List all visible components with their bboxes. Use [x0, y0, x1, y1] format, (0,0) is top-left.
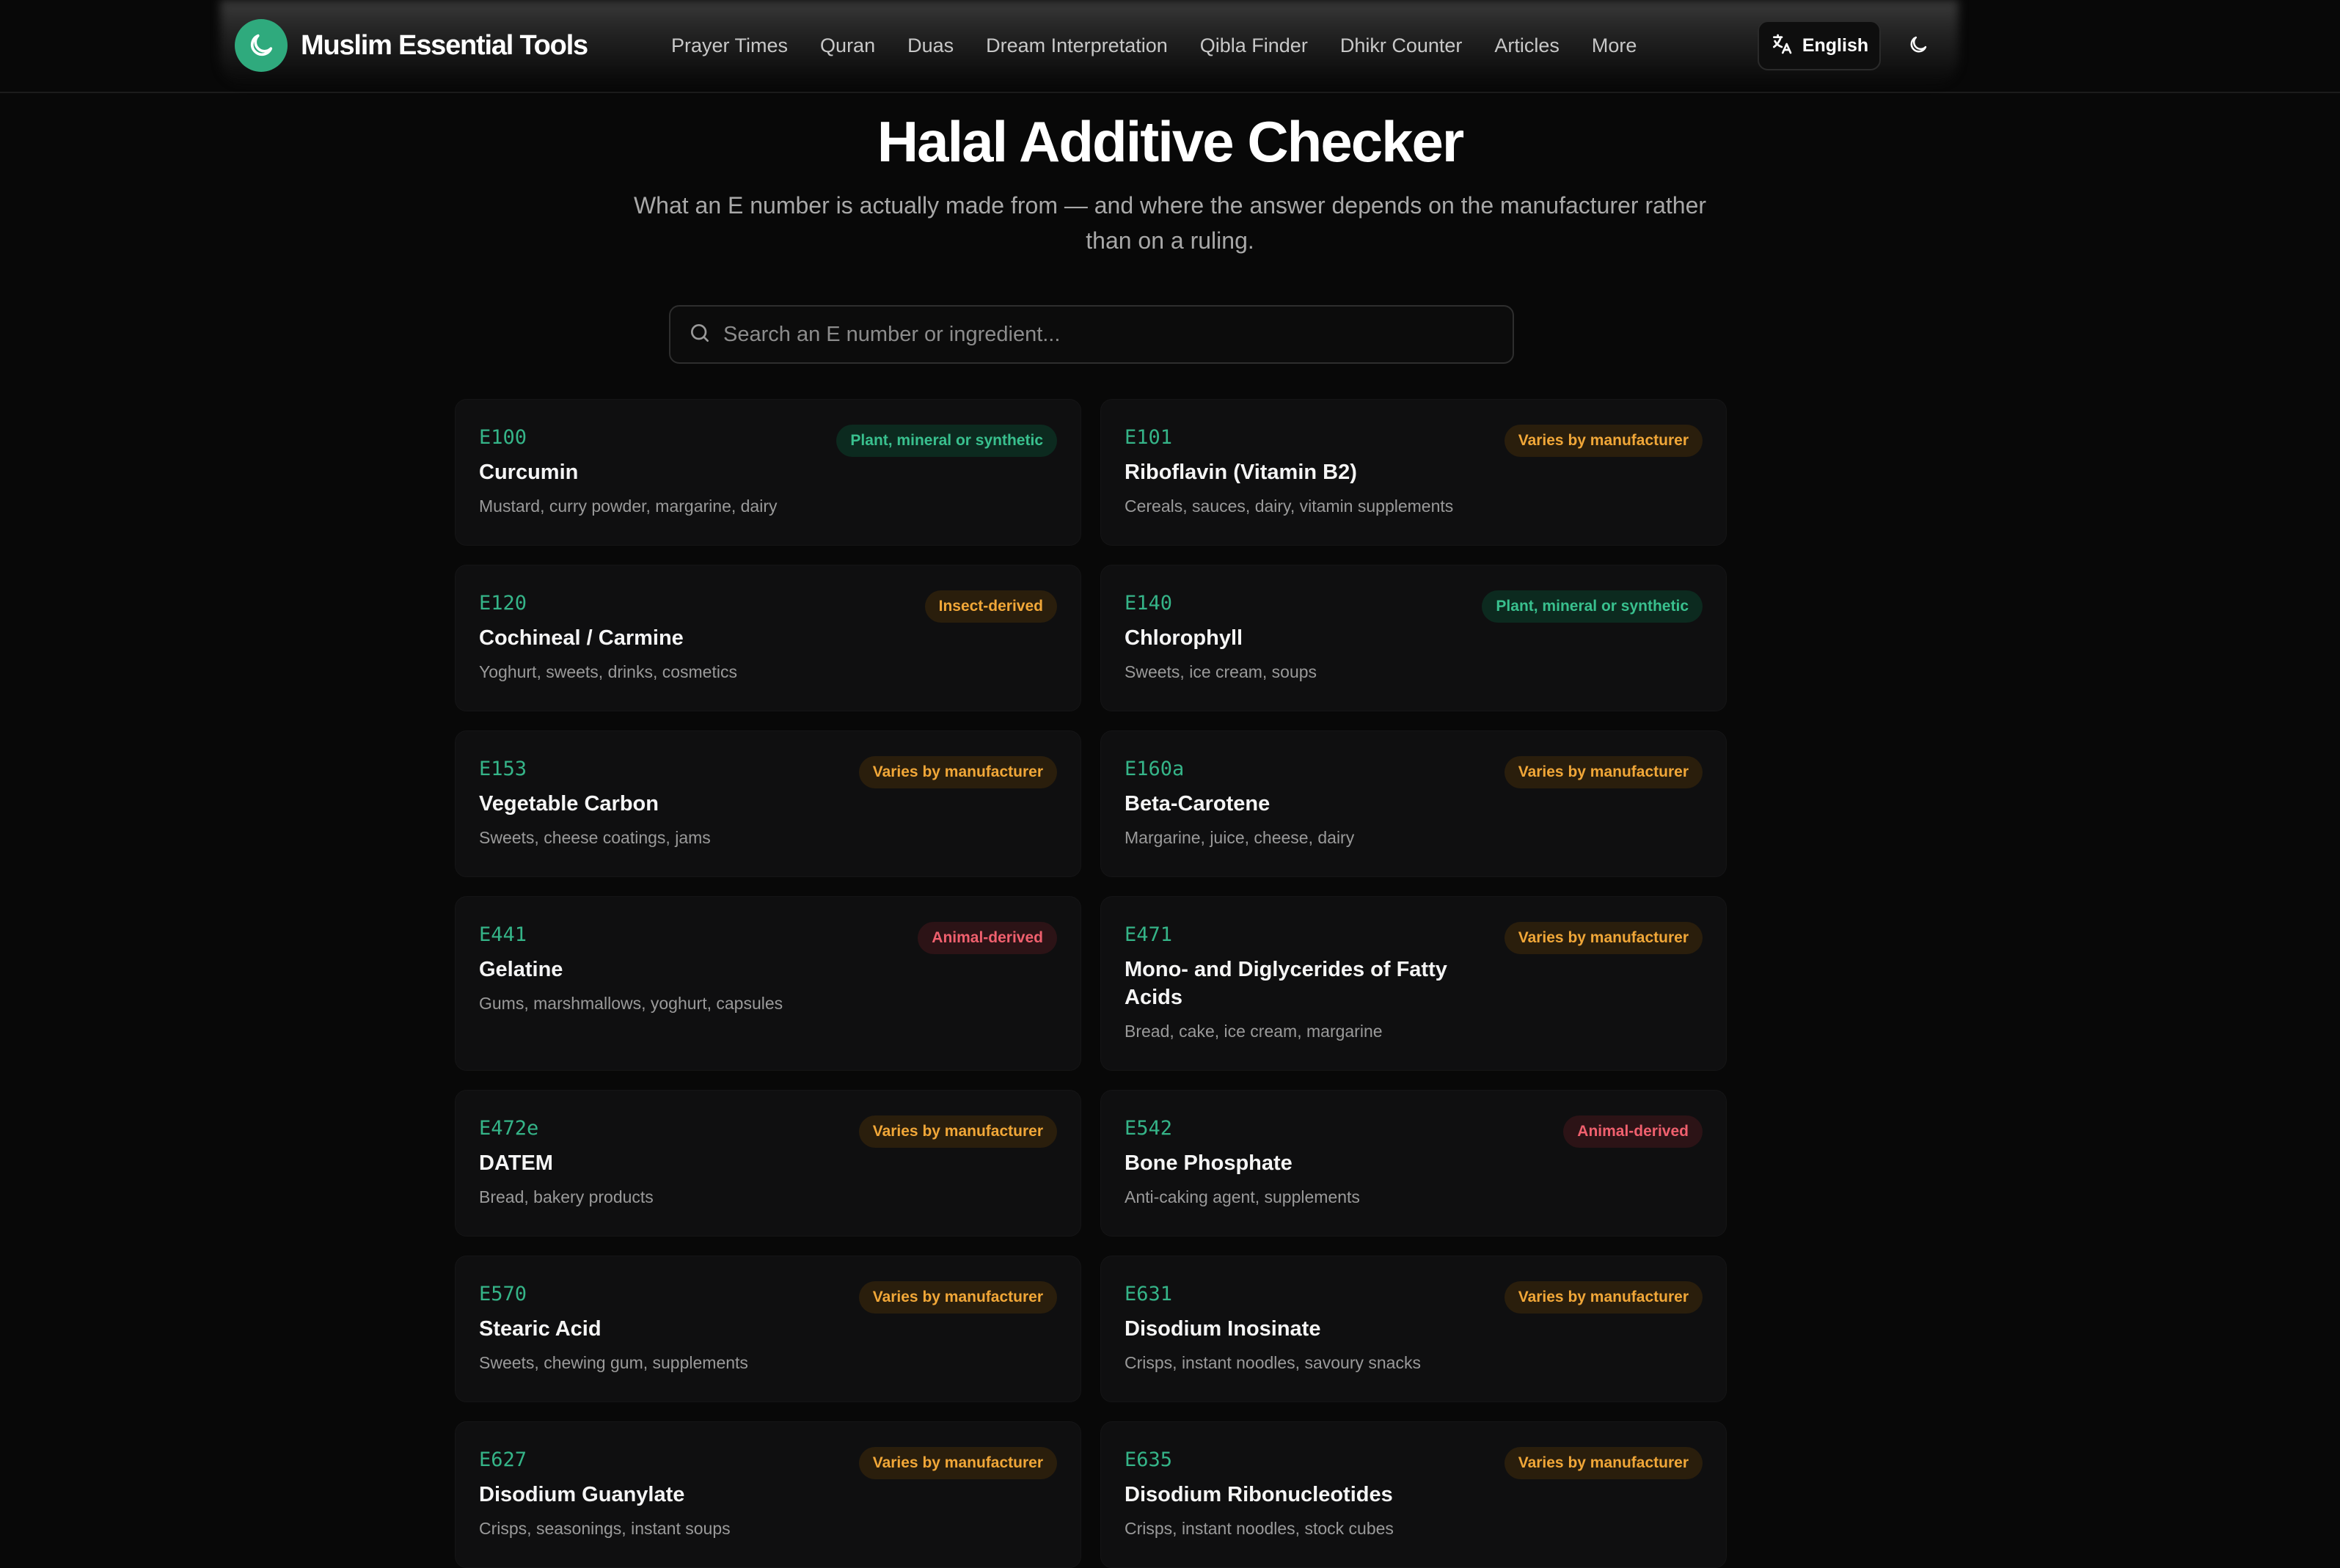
status-badge: Varies by manufacturer: [1504, 922, 1703, 954]
status-badge: Insect-derived: [924, 590, 1057, 623]
additive-card[interactable]: E631 Varies by manufacturer Disodium Inosi…: [1100, 1256, 1727, 1402]
additive-card[interactable]: E120 Insect-derived Cochineal / Carmine Yog…: [455, 565, 1081, 711]
additive-code: E153: [479, 758, 527, 780]
additive-uses: Gums, marshmallows, yoghurt, capsules: [479, 994, 783, 1013]
additive-name: Curcumin: [479, 461, 579, 484]
additive-name: Disodium Ribonucleotides: [1125, 1483, 1393, 1506]
additive-name: Disodium Inosinate: [1125, 1317, 1321, 1341]
additive-uses: Crisps, seasonings, instant soups: [479, 1519, 731, 1538]
additive-code: E100: [479, 426, 527, 449]
search-input[interactable]: [723, 307, 1513, 362]
nav-duas[interactable]: Duas: [907, 34, 954, 57]
additive-code: E472e: [479, 1117, 539, 1140]
status-badge: Varies by manufacturer: [858, 756, 1057, 788]
additive-name: DATEM: [479, 1151, 553, 1175]
additive-code: E140: [1125, 592, 1173, 615]
moon-icon: [1907, 34, 1929, 59]
additive-name: Riboflavin (Vitamin B2): [1125, 461, 1357, 484]
page-title: Halal Additive Checker: [877, 109, 1464, 174]
nav-qibla-finder[interactable]: Qibla Finder: [1200, 34, 1308, 57]
additive-card[interactable]: E542 Animal-derived Bone Phosphate Anti-cak…: [1100, 1090, 1727, 1237]
status-badge: Varies by manufacturer: [858, 1447, 1057, 1479]
additive-code: E627: [479, 1448, 527, 1471]
additive-uses: Sweets, ice cream, soups: [1125, 662, 1317, 681]
additive-name: Bone Phosphate: [1125, 1151, 1293, 1175]
additive-uses: Crisps, instant noodles, stock cubes: [1125, 1519, 1394, 1538]
language-button[interactable]: English: [1758, 21, 1881, 70]
additive-name: Gelatine: [479, 958, 563, 981]
additive-card[interactable]: E635 Varies by manufacturer Disodium Ribon…: [1100, 1421, 1727, 1568]
site-header: Muslim Essential Tools Prayer Times Qura…: [0, 0, 2340, 93]
additive-name: Stearic Acid: [479, 1317, 602, 1341]
additive-card[interactable]: E140 Plant, mineral or synthetic Chlorophy…: [1100, 565, 1727, 711]
additive-name: Chlorophyll: [1125, 626, 1243, 650]
additive-uses: Yoghurt, sweets, drinks, cosmetics: [479, 662, 737, 681]
status-badge: Varies by manufacturer: [1504, 1447, 1703, 1479]
additive-uses: Mustard, curry powder, margarine, dairy: [479, 497, 778, 516]
status-badge: Plant, mineral or synthetic: [1482, 590, 1703, 623]
additive-code: E631: [1125, 1283, 1173, 1305]
additive-card[interactable]: E441 Animal-derived Gelatine Gums, marshmal…: [455, 896, 1081, 1071]
additive-uses: Crisps, instant noodles, savoury snacks: [1125, 1353, 1421, 1372]
page-subtitle: What an E number is actually made from —…: [633, 192, 1707, 254]
status-badge: Animal-derived: [1563, 1115, 1703, 1148]
additive-uses: Bread, bakery products: [479, 1187, 654, 1206]
additive-uses: Sweets, cheese coatings, jams: [479, 828, 711, 847]
theme-toggle-button[interactable]: [1900, 28, 1937, 65]
additive-card[interactable]: E100 Plant, mineral or synthetic Curcumin M…: [455, 399, 1081, 546]
additive-code: E101: [1125, 426, 1173, 449]
status-badge: Varies by manufacturer: [858, 1281, 1057, 1314]
nav-prayer-times[interactable]: Prayer Times: [671, 34, 788, 57]
language-label: English: [1802, 34, 1869, 56]
status-badge: Varies by manufacturer: [1504, 425, 1703, 457]
search-icon: [688, 321, 712, 348]
status-badge: Varies by manufacturer: [1504, 756, 1703, 788]
additive-card[interactable]: E153 Varies by manufacturer Vegetable Carb…: [455, 730, 1081, 877]
additive-name: Cochineal / Carmine: [479, 626, 684, 650]
additive-name: Vegetable Carbon: [479, 792, 659, 816]
additive-uses: Bread, cake, ice cream, margarine: [1125, 1022, 1383, 1041]
additive-card[interactable]: E160a Varies by manufacturer Beta-Carotene…: [1100, 730, 1727, 877]
additive-card[interactable]: E627 Varies by manufacturer Disodium Guany…: [455, 1421, 1081, 1568]
additive-name: Mono- and Diglycerides of Fatty Acids: [1125, 958, 1447, 1009]
status-badge: Varies by manufacturer: [1504, 1281, 1703, 1314]
additive-code: E120: [479, 592, 527, 615]
additive-code: E635: [1125, 1448, 1173, 1471]
additive-card[interactable]: E471 Varies by manufacturer Mono- and Digl…: [1100, 896, 1727, 1071]
additive-code: E542: [1125, 1117, 1173, 1140]
additive-uses: Anti-caking agent, supplements: [1125, 1187, 1360, 1206]
search-box: [669, 305, 1514, 364]
additive-uses: Cereals, sauces, dairy, vitamin suppleme…: [1125, 497, 1454, 516]
nav-more[interactable]: More: [1592, 34, 1637, 57]
main-nav: Prayer Times Quran Duas Dream Interpreta…: [671, 28, 1637, 63]
status-badge: Varies by manufacturer: [858, 1115, 1057, 1148]
additive-uses: Sweets, chewing gum, supplements: [479, 1353, 748, 1372]
brand-home-link[interactable]: Muslim Essential Tools: [235, 19, 588, 72]
nav-dream-interpretation[interactable]: Dream Interpretation: [986, 34, 1168, 57]
status-badge: Animal-derived: [918, 922, 1057, 954]
additive-code: E160a: [1125, 758, 1185, 780]
translate-icon: [1770, 32, 1794, 59]
additive-code: E441: [479, 923, 527, 946]
nav-quran[interactable]: Quran: [820, 34, 875, 57]
additive-name: Beta-Carotene: [1125, 792, 1270, 816]
nav-articles[interactable]: Articles: [1494, 34, 1560, 57]
status-badge: Plant, mineral or synthetic: [836, 425, 1057, 457]
nav-dhikr-counter[interactable]: Dhikr Counter: [1340, 34, 1463, 57]
additive-card[interactable]: E101 Varies by manufacturer Riboflavin (Vi…: [1100, 399, 1727, 546]
brand-name: Muslim Essential Tools: [301, 29, 588, 61]
additive-code: E471: [1125, 923, 1173, 946]
additive-card[interactable]: E570 Varies by manufacturer Stearic Acid Sw…: [455, 1256, 1081, 1402]
additive-uses: Margarine, juice, cheese, dairy: [1125, 828, 1355, 847]
additive-code: E570: [479, 1283, 527, 1305]
additive-name: Disodium Guanylate: [479, 1483, 685, 1506]
crescent-moon-logo-icon: [235, 19, 288, 72]
additive-card[interactable]: E472e Varies by manufacturer DATEM Bread, b…: [455, 1090, 1081, 1237]
